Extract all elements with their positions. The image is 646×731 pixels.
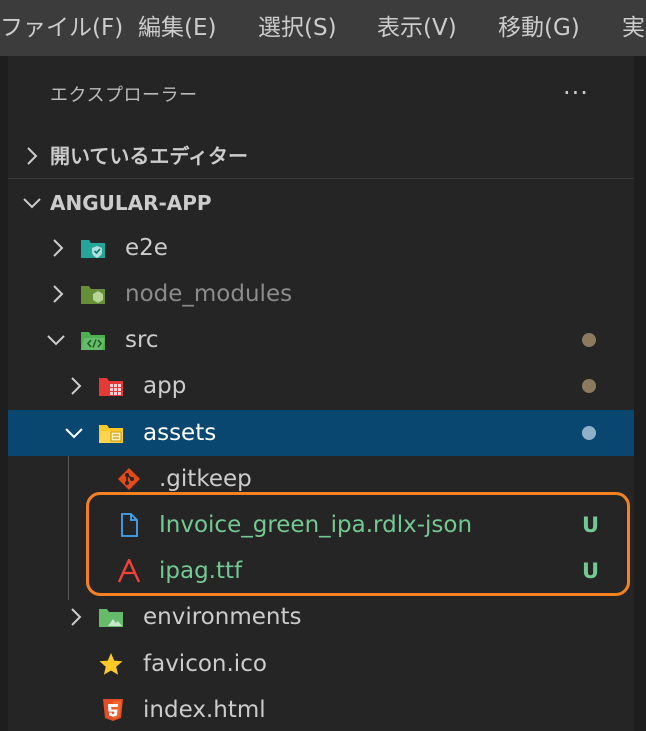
- tree-row-invoice-file[interactable]: Invoice_green_ipa.rdlx-json U: [8, 502, 634, 548]
- star-icon: [99, 653, 123, 675]
- file-icon: [121, 513, 138, 537]
- tree-row-app[interactable]: app: [8, 363, 634, 409]
- chevron-right-icon: [71, 608, 82, 626]
- tree-row-label: app: [143, 373, 187, 399]
- modified-dot: [582, 379, 596, 393]
- tree-row-assets[interactable]: assets: [8, 410, 634, 456]
- tree-row-label: index.html: [143, 697, 266, 723]
- section-open-editors-label: 開いているエディター: [50, 144, 248, 168]
- tree-row-environments[interactable]: environments: [8, 594, 634, 640]
- section-project-label: ANGULAR-APP: [50, 191, 212, 215]
- menu-selection[interactable]: 選択(S): [258, 0, 337, 56]
- tree-row-label: ipag.ttf: [159, 558, 243, 584]
- editor-edge: [634, 56, 646, 731]
- tree-row-label: node_modules: [125, 281, 293, 307]
- modified-dot: [582, 333, 596, 347]
- tree-row-label: e2e: [125, 235, 168, 261]
- tree-row-label: favicon.ico: [143, 651, 267, 677]
- tree-row-label: src: [125, 327, 159, 353]
- tree-row-label: .gitkeep: [159, 466, 252, 492]
- modified-dot: [582, 426, 596, 440]
- menu-file[interactable]: ファイル(F): [0, 0, 123, 56]
- tree-row-gitkeep[interactable]: .gitkeep: [8, 456, 634, 502]
- tree-row-font-file[interactable]: ipag.ttf U: [8, 548, 634, 594]
- folder-test-icon: [81, 240, 105, 258]
- more-actions-button[interactable]: ···: [556, 78, 596, 114]
- tree-row-src[interactable]: src: [8, 317, 634, 363]
- git-status-badge: U: [582, 559, 600, 583]
- folder-src-icon: [81, 332, 105, 350]
- chevron-right-icon: [53, 285, 64, 303]
- menu-edit[interactable]: 編集(E): [138, 0, 216, 56]
- folder-app-icon: [99, 378, 123, 396]
- menu-run[interactable]: 実: [622, 0, 645, 56]
- chevron-right-icon: [27, 147, 38, 165]
- git-icon: [118, 468, 140, 490]
- folder-node-icon: [81, 286, 105, 304]
- tree-row-label: environments: [143, 604, 302, 630]
- section-project[interactable]: ANGULAR-APP: [8, 181, 634, 225]
- folder-environment-icon: [99, 609, 123, 627]
- chevron-down-icon: [23, 198, 41, 209]
- menu-go[interactable]: 移動(G): [498, 0, 580, 56]
- activity-bar-edge: [0, 56, 8, 731]
- tree-row-label: assets: [143, 420, 217, 446]
- tree-row-favicon[interactable]: favicon.ico: [8, 641, 634, 687]
- chevron-right-icon: [71, 377, 82, 395]
- section-divider: [8, 178, 634, 179]
- tree-row-index-html[interactable]: index.html: [8, 687, 634, 731]
- tree-row-e2e[interactable]: e2e: [8, 225, 634, 271]
- menu-view[interactable]: 表示(V): [377, 0, 457, 56]
- git-status-badge: U: [582, 513, 600, 537]
- section-open-editors[interactable]: 開いているエディター: [8, 134, 634, 178]
- menu-bar: ファイル(F) 編集(E) 選択(S) 表示(V) 移動(G) 実: [0, 0, 646, 56]
- tree-row-node-modules[interactable]: node_modules: [8, 271, 634, 317]
- tree-row-label: Invoice_green_ipa.rdlx-json: [159, 512, 473, 538]
- vscode-window: ファイル(F) 編集(E) 選択(S) 表示(V) 移動(G) 実 エクスプロー…: [0, 0, 646, 731]
- chevron-down-icon: [65, 428, 83, 439]
- html5-icon: [103, 699, 123, 721]
- font-icon: [117, 559, 141, 583]
- chevron-right-icon: [53, 239, 64, 257]
- explorer-title: エクスプローラー: [50, 85, 198, 106]
- chevron-down-icon: [47, 335, 65, 346]
- folder-assets-icon: [99, 425, 123, 443]
